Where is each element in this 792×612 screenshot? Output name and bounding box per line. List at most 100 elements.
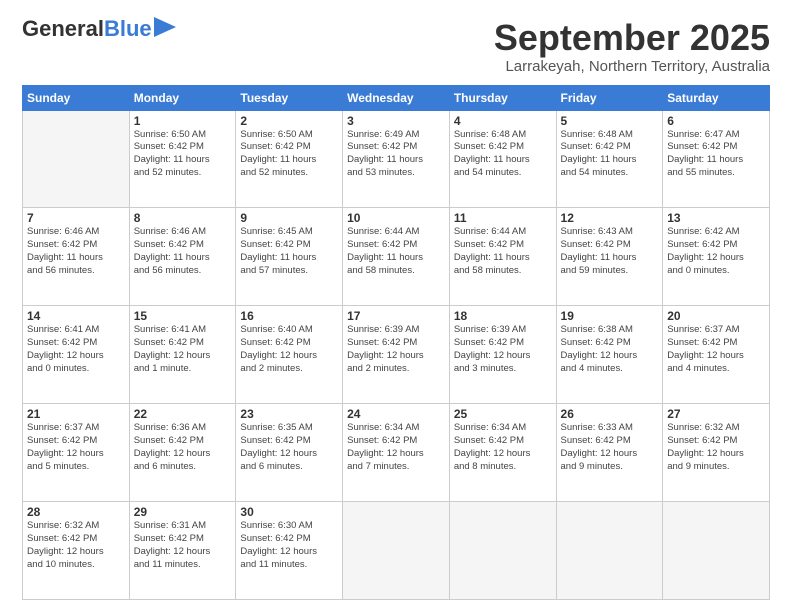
calendar-day-cell: 20Sunrise: 6:37 AM Sunset: 6:42 PM Dayli… (663, 306, 770, 404)
day-number: 6 (667, 114, 765, 128)
day-number: 28 (27, 505, 125, 519)
day-number: 2 (240, 114, 338, 128)
day-info: Sunrise: 6:34 AM Sunset: 6:42 PM Dayligh… (347, 422, 445, 473)
col-sunday: Sunday (23, 85, 130, 110)
calendar-header-row: Sunday Monday Tuesday Wednesday Thursday… (23, 85, 770, 110)
day-number: 21 (27, 407, 125, 421)
calendar-week-row: 1Sunrise: 6:50 AM Sunset: 6:42 PM Daylig… (23, 110, 770, 208)
calendar-day-cell: 29Sunrise: 6:31 AM Sunset: 6:42 PM Dayli… (129, 502, 236, 600)
calendar-week-row: 21Sunrise: 6:37 AM Sunset: 6:42 PM Dayli… (23, 404, 770, 502)
calendar-day-cell: 30Sunrise: 6:30 AM Sunset: 6:42 PM Dayli… (236, 502, 343, 600)
day-info: Sunrise: 6:41 AM Sunset: 6:42 PM Dayligh… (134, 324, 232, 375)
day-number: 8 (134, 211, 232, 225)
calendar-day-cell: 25Sunrise: 6:34 AM Sunset: 6:42 PM Dayli… (449, 404, 556, 502)
day-number: 16 (240, 309, 338, 323)
day-info: Sunrise: 6:40 AM Sunset: 6:42 PM Dayligh… (240, 324, 338, 375)
calendar-day-cell: 21Sunrise: 6:37 AM Sunset: 6:42 PM Dayli… (23, 404, 130, 502)
day-info: Sunrise: 6:33 AM Sunset: 6:42 PM Dayligh… (561, 422, 659, 473)
calendar-table: Sunday Monday Tuesday Wednesday Thursday… (22, 85, 770, 600)
day-info: Sunrise: 6:46 AM Sunset: 6:42 PM Dayligh… (27, 226, 125, 277)
day-info: Sunrise: 6:37 AM Sunset: 6:42 PM Dayligh… (27, 422, 125, 473)
day-number: 17 (347, 309, 445, 323)
logo-text: GeneralBlue (22, 18, 152, 40)
day-info: Sunrise: 6:31 AM Sunset: 6:42 PM Dayligh… (134, 520, 232, 571)
calendar-day-cell: 22Sunrise: 6:36 AM Sunset: 6:42 PM Dayli… (129, 404, 236, 502)
calendar-day-cell: 18Sunrise: 6:39 AM Sunset: 6:42 PM Dayli… (449, 306, 556, 404)
col-thursday: Thursday (449, 85, 556, 110)
day-number: 22 (134, 407, 232, 421)
subtitle: Larrakeyah, Northern Territory, Australi… (494, 58, 770, 75)
calendar-day-cell: 17Sunrise: 6:39 AM Sunset: 6:42 PM Dayli… (343, 306, 450, 404)
day-number: 11 (454, 211, 552, 225)
day-info: Sunrise: 6:37 AM Sunset: 6:42 PM Dayligh… (667, 324, 765, 375)
day-info: Sunrise: 6:35 AM Sunset: 6:42 PM Dayligh… (240, 422, 338, 473)
day-info: Sunrise: 6:49 AM Sunset: 6:42 PM Dayligh… (347, 129, 445, 180)
day-number: 4 (454, 114, 552, 128)
day-number: 13 (667, 211, 765, 225)
col-friday: Friday (556, 85, 663, 110)
day-info: Sunrise: 6:50 AM Sunset: 6:42 PM Dayligh… (134, 129, 232, 180)
calendar-day-cell: 4Sunrise: 6:48 AM Sunset: 6:42 PM Daylig… (449, 110, 556, 208)
calendar-day-cell (663, 502, 770, 600)
day-number: 14 (27, 309, 125, 323)
day-number: 24 (347, 407, 445, 421)
day-number: 10 (347, 211, 445, 225)
day-number: 12 (561, 211, 659, 225)
day-info: Sunrise: 6:39 AM Sunset: 6:42 PM Dayligh… (454, 324, 552, 375)
calendar-day-cell: 26Sunrise: 6:33 AM Sunset: 6:42 PM Dayli… (556, 404, 663, 502)
logo-arrow-icon (154, 17, 176, 37)
calendar-day-cell (556, 502, 663, 600)
calendar-day-cell: 27Sunrise: 6:32 AM Sunset: 6:42 PM Dayli… (663, 404, 770, 502)
header: GeneralBlue September 2025 Larrakeyah, N… (22, 18, 770, 75)
day-info: Sunrise: 6:44 AM Sunset: 6:42 PM Dayligh… (454, 226, 552, 277)
calendar-day-cell: 28Sunrise: 6:32 AM Sunset: 6:42 PM Dayli… (23, 502, 130, 600)
day-number: 3 (347, 114, 445, 128)
title-section: September 2025 Larrakeyah, Northern Terr… (494, 18, 770, 75)
calendar-day-cell: 8Sunrise: 6:46 AM Sunset: 6:42 PM Daylig… (129, 208, 236, 306)
day-info: Sunrise: 6:41 AM Sunset: 6:42 PM Dayligh… (27, 324, 125, 375)
calendar-day-cell: 6Sunrise: 6:47 AM Sunset: 6:42 PM Daylig… (663, 110, 770, 208)
col-tuesday: Tuesday (236, 85, 343, 110)
calendar-day-cell: 10Sunrise: 6:44 AM Sunset: 6:42 PM Dayli… (343, 208, 450, 306)
logo-part2: Blue (104, 16, 152, 41)
day-info: Sunrise: 6:48 AM Sunset: 6:42 PM Dayligh… (454, 129, 552, 180)
day-number: 29 (134, 505, 232, 519)
day-info: Sunrise: 6:39 AM Sunset: 6:42 PM Dayligh… (347, 324, 445, 375)
col-saturday: Saturday (663, 85, 770, 110)
calendar-day-cell: 15Sunrise: 6:41 AM Sunset: 6:42 PM Dayli… (129, 306, 236, 404)
day-info: Sunrise: 6:48 AM Sunset: 6:42 PM Dayligh… (561, 129, 659, 180)
calendar-day-cell: 19Sunrise: 6:38 AM Sunset: 6:42 PM Dayli… (556, 306, 663, 404)
day-number: 30 (240, 505, 338, 519)
calendar-day-cell: 11Sunrise: 6:44 AM Sunset: 6:42 PM Dayli… (449, 208, 556, 306)
logo-part1: General (22, 16, 104, 41)
day-number: 19 (561, 309, 659, 323)
logo: GeneralBlue (22, 18, 176, 40)
day-number: 9 (240, 211, 338, 225)
day-info: Sunrise: 6:32 AM Sunset: 6:42 PM Dayligh… (667, 422, 765, 473)
calendar-day-cell: 7Sunrise: 6:46 AM Sunset: 6:42 PM Daylig… (23, 208, 130, 306)
day-number: 15 (134, 309, 232, 323)
day-number: 1 (134, 114, 232, 128)
day-number: 23 (240, 407, 338, 421)
day-info: Sunrise: 6:38 AM Sunset: 6:42 PM Dayligh… (561, 324, 659, 375)
calendar-day-cell: 5Sunrise: 6:48 AM Sunset: 6:42 PM Daylig… (556, 110, 663, 208)
calendar-week-row: 7Sunrise: 6:46 AM Sunset: 6:42 PM Daylig… (23, 208, 770, 306)
calendar-day-cell: 23Sunrise: 6:35 AM Sunset: 6:42 PM Dayli… (236, 404, 343, 502)
calendar-day-cell: 24Sunrise: 6:34 AM Sunset: 6:42 PM Dayli… (343, 404, 450, 502)
day-number: 27 (667, 407, 765, 421)
day-number: 20 (667, 309, 765, 323)
day-number: 26 (561, 407, 659, 421)
calendar-day-cell: 13Sunrise: 6:42 AM Sunset: 6:42 PM Dayli… (663, 208, 770, 306)
calendar-week-row: 28Sunrise: 6:32 AM Sunset: 6:42 PM Dayli… (23, 502, 770, 600)
calendar-day-cell: 3Sunrise: 6:49 AM Sunset: 6:42 PM Daylig… (343, 110, 450, 208)
day-number: 25 (454, 407, 552, 421)
calendar-day-cell: 14Sunrise: 6:41 AM Sunset: 6:42 PM Dayli… (23, 306, 130, 404)
day-info: Sunrise: 6:34 AM Sunset: 6:42 PM Dayligh… (454, 422, 552, 473)
col-monday: Monday (129, 85, 236, 110)
day-info: Sunrise: 6:36 AM Sunset: 6:42 PM Dayligh… (134, 422, 232, 473)
day-info: Sunrise: 6:44 AM Sunset: 6:42 PM Dayligh… (347, 226, 445, 277)
calendar-day-cell: 9Sunrise: 6:45 AM Sunset: 6:42 PM Daylig… (236, 208, 343, 306)
day-info: Sunrise: 6:47 AM Sunset: 6:42 PM Dayligh… (667, 129, 765, 180)
day-info: Sunrise: 6:42 AM Sunset: 6:42 PM Dayligh… (667, 226, 765, 277)
day-number: 18 (454, 309, 552, 323)
